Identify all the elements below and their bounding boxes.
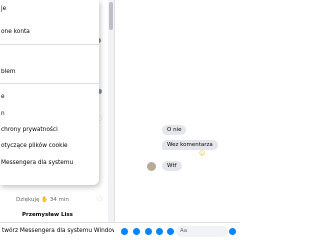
- scrollbar-thumb[interactable]: [109, 2, 113, 30]
- install-messenger-button[interactable]: twórz Messengera dla systemu Windows: [0, 223, 114, 240]
- conversation-preview[interactable]: Dziękuję ✋ 34 min: [16, 197, 69, 203]
- menu-item-manage-accounts[interactable]: one konta: [0, 26, 99, 39]
- menu-item-privacy-policy[interactable]: chrony prywatności: [0, 124, 99, 137]
- message-bubble[interactable]: Wez komentarza: [162, 140, 218, 150]
- conversation-name[interactable]: Przemysław Liss: [22, 212, 73, 218]
- emoji-icon[interactable]: [229, 228, 236, 235]
- menu-item-report-problem[interactable]: blem: [0, 66, 99, 79]
- menu-item-cookie-policy[interactable]: otyczące plików cookie: [0, 140, 99, 153]
- plus-icon[interactable]: [121, 228, 128, 235]
- menu-separator: [0, 44, 99, 45]
- image-icon[interactable]: [145, 228, 152, 235]
- settings-menu: je one konta blem e n chrony prywatności…: [0, 0, 99, 185]
- menu-item-messenger-windows[interactable]: Messengera dla systemu: [0, 157, 99, 170]
- message-input[interactable]: Aa: [176, 226, 228, 237]
- message-bubble[interactable]: O nie: [162, 125, 187, 135]
- menu-separator: [0, 83, 99, 84]
- menu-item-terms[interactable]: n: [0, 108, 99, 121]
- sticker-icon[interactable]: [156, 228, 163, 235]
- menu-item-preferences[interactable]: je: [0, 3, 99, 16]
- chat-panel: O nie Wez komentarza ☺ Wtf: [115, 0, 240, 222]
- sender-avatar[interactable]: [147, 162, 156, 171]
- bottom-bar: twórz Messengera dla systemu Windows Aa: [0, 222, 240, 240]
- menu-item-help[interactable]: e: [0, 91, 99, 104]
- reaction-emoji-icon: ☺: [199, 150, 206, 157]
- camera-icon[interactable]: [133, 228, 140, 235]
- message-bubble[interactable]: Wtf: [162, 161, 182, 171]
- muted-icon: ◌: [97, 195, 103, 202]
- gif-icon[interactable]: [167, 228, 174, 235]
